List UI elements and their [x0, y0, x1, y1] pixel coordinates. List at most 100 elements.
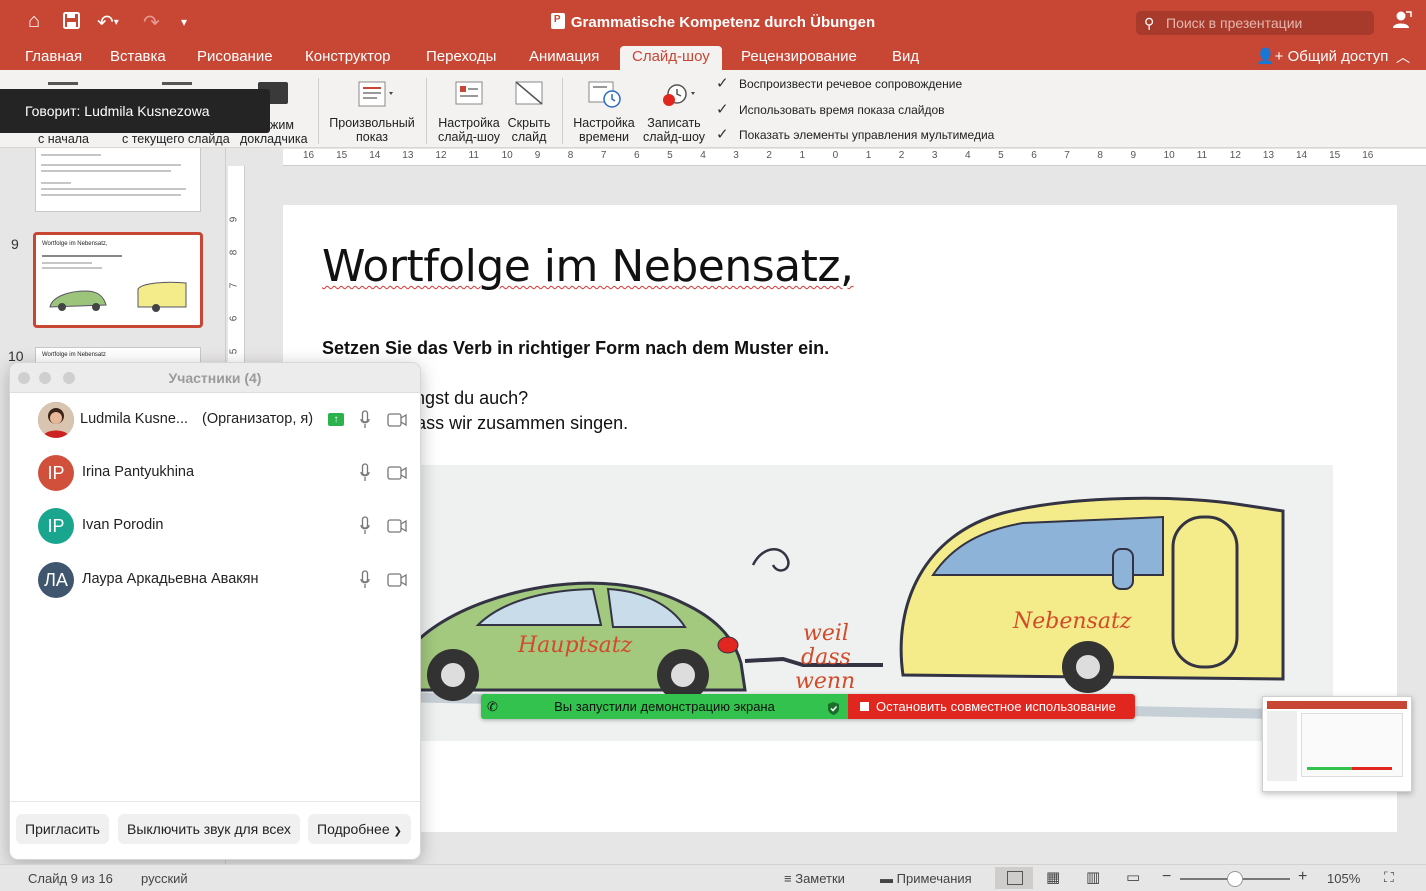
reading-view-icon[interactable]: ▥ — [1086, 868, 1100, 886]
zoom-out-icon[interactable]: − — [1162, 868, 1171, 886]
search-icon: ⚲ — [1144, 15, 1155, 31]
from-start-button[interactable]: с начала — [38, 132, 89, 146]
stop-share-button[interactable]: Остановить совместное использование — [848, 694, 1135, 719]
minimize-window-icon[interactable] — [39, 372, 51, 384]
user-icon[interactable] — [1392, 10, 1412, 36]
from-current-icon — [162, 82, 192, 85]
ruler-tick-label: 1 — [865, 150, 872, 161]
participant-name: Лаура Аркадьевна Авакян — [82, 571, 259, 587]
add-person-icon: 👤+ — [1256, 48, 1284, 65]
participant-name: Irina Pantyukhina — [82, 464, 195, 480]
ruler-tick-label: 6 — [1031, 150, 1037, 161]
language-indicator[interactable]: русский — [141, 871, 188, 886]
zoom-window-icon[interactable] — [63, 372, 75, 384]
tab-slideshow[interactable]: Слайд-шоу — [620, 46, 722, 70]
ruler-tick-label: 5 — [998, 150, 1004, 161]
participants-footer: Пригласить Выключить звук для всех Подро… — [10, 801, 420, 859]
ruler-tick-label: 4 — [965, 150, 971, 161]
slide-thumbnail-9[interactable]: Wortfolge im Nebensatz, — [33, 232, 203, 328]
chevron-down-icon: ❯ — [393, 826, 402, 837]
ruler-tick-label: 8 — [1097, 150, 1103, 161]
microphone-icon[interactable] — [360, 516, 370, 536]
more-button[interactable]: Подробнее ❯ — [308, 814, 411, 844]
ruler-tick-label: 3 — [733, 150, 739, 161]
tab-animation[interactable]: Анимация — [529, 48, 599, 65]
mute-all-button[interactable]: Выключить звук для всех — [118, 814, 300, 844]
tab-transitions[interactable]: Переходы — [426, 48, 496, 65]
tab-draw[interactable]: Рисование — [197, 48, 273, 65]
timing-line2: времени — [579, 130, 629, 144]
camera-icon[interactable] — [387, 573, 407, 587]
slide-canvas[interactable]: Wortfolge im Nebensatz, Setzen Sie das V… — [283, 205, 1397, 832]
checkmark-icon — [716, 125, 730, 143]
participant-row[interactable]: Ludmila Kusne... (Организатор, я) ↑ — [10, 394, 420, 447]
share-preview-thumbnail[interactable] — [1262, 696, 1412, 792]
participants-header[interactable]: Участники (4) — [10, 363, 420, 393]
ruler-tick-label: 10 — [501, 150, 513, 161]
avatar: IP — [38, 455, 74, 491]
microphone-icon[interactable] — [360, 463, 370, 483]
slide-thumbnail-8[interactable] — [35, 148, 201, 212]
use-timings-checkbox[interactable]: Использовать время показа слайдов — [716, 100, 945, 118]
ruler-tick-label: 11 — [468, 150, 479, 161]
ribbon-separator — [318, 78, 319, 144]
from-current-button[interactable]: с текущего слайда — [122, 132, 230, 146]
participant-row[interactable]: IP Ivan Porodin — [10, 500, 420, 553]
slide-title[interactable]: Wortfolge im Nebensatz, — [322, 241, 854, 292]
share-status[interactable]: ✆ Вы запустили демонстрацию экрана — [481, 694, 848, 719]
custom-show-line2: показ — [355, 130, 388, 144]
invite-button[interactable]: Пригласить — [16, 814, 109, 844]
ruler-tick-label: 5 — [667, 150, 673, 161]
show-media-controls-checkbox[interactable]: Показать элементы управления мультимедиа — [716, 125, 994, 143]
ruler-tick-label: 15 — [336, 150, 348, 161]
setup-slideshow-button[interactable]: Настройка слайд-шоу — [436, 80, 502, 144]
conjunction-dass: dass — [801, 645, 851, 670]
collapse-ribbon-icon[interactable]: ︿ — [1396, 47, 1410, 67]
thumbnail-title: Wortfolge im Nebensatz, — [42, 241, 108, 247]
zoom-level[interactable]: 105% — [1327, 871, 1360, 886]
thumbnail-car-image — [49, 281, 187, 312]
ruler-tick-label: 8 — [228, 249, 240, 256]
custom-show-button[interactable]: Произвольный показ — [329, 80, 415, 144]
title-bar: ⌂ ↶▾ ↷ ▾ Grammatische Kompetenz durch Üb… — [0, 0, 1426, 44]
conjunction-weil: weil — [803, 621, 849, 646]
notes-button[interactable]: ≡ Заметки — [784, 871, 845, 886]
participants-panel[interactable]: Участники (4) Ludmila Kusne... (Организа… — [9, 362, 421, 860]
normal-view-icon[interactable] — [1007, 871, 1023, 885]
ruler-tick-label: 13 — [402, 150, 414, 161]
camera-icon[interactable] — [387, 413, 407, 427]
microphone-icon[interactable] — [360, 410, 370, 430]
close-window-icon[interactable] — [18, 372, 30, 384]
rehearse-timings-icon — [587, 80, 621, 110]
tab-review[interactable]: Рецензирование — [741, 48, 857, 65]
record-slideshow-button[interactable]: Записать слайд-шоу — [641, 80, 707, 144]
from-current-label: с текущего слайда — [122, 132, 230, 146]
participant-row[interactable]: ЛА Лаура Аркадьевна Авакян — [10, 554, 420, 607]
ruler-tick-label: 12 — [1229, 150, 1241, 161]
slide-instruction[interactable]: Setzen Sie das Verb in richtiger Form na… — [322, 338, 829, 359]
hide-slide-button[interactable]: Скрыть слайд — [506, 80, 552, 144]
camera-icon[interactable] — [387, 519, 407, 533]
ruler-tick-label: 9 — [534, 150, 541, 161]
setup-line2: слайд-шоу — [437, 130, 501, 144]
zoom-in-icon[interactable]: + — [1298, 868, 1307, 886]
ruler-tick-label: 7 — [1064, 150, 1070, 161]
fit-to-window-icon[interactable]: ⛶ — [1384, 869, 1394, 886]
search-input[interactable]: ⚲ Поиск в презентации — [1136, 11, 1374, 35]
trailer-label: Nebensatz — [1013, 609, 1132, 634]
record-slideshow-icon — [657, 80, 695, 110]
microphone-icon[interactable] — [360, 570, 370, 590]
comments-button[interactable]: ▬ Примечания — [880, 871, 972, 886]
tab-view[interactable]: Вид — [892, 48, 919, 65]
tab-home[interactable]: Главная — [25, 48, 82, 65]
camera-icon[interactable] — [387, 466, 407, 480]
tab-design[interactable]: Конструктор — [305, 48, 391, 65]
tab-insert[interactable]: Вставка — [110, 48, 166, 65]
zoom-slider-handle[interactable] — [1227, 871, 1243, 887]
participant-row[interactable]: IP Irina Pantyukhina — [10, 447, 420, 500]
rehearse-timings-button[interactable]: Настройка времени — [571, 80, 637, 144]
slideshow-view-icon[interactable]: ▭ — [1126, 868, 1140, 886]
share-button[interactable]: 👤+ Общий доступ — [1256, 47, 1388, 65]
slide-sorter-icon[interactable]: ▦ — [1046, 868, 1060, 886]
play-narrations-checkbox[interactable]: Воспроизвести речевое сопровождение — [716, 74, 962, 92]
